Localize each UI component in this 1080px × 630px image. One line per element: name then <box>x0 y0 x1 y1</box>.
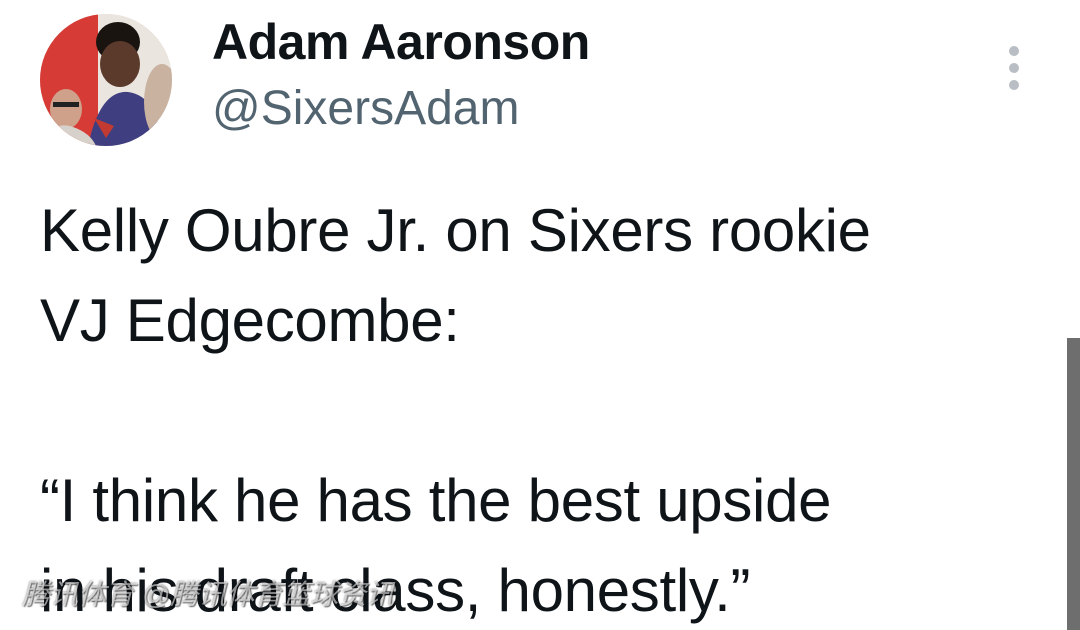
author-name[interactable]: Adam Aaronson <box>212 14 590 70</box>
avatar-image <box>40 14 172 146</box>
author-handle[interactable]: @SixersAdam <box>212 82 519 136</box>
more-options-button[interactable] <box>992 42 1036 94</box>
watermark: 腾讯体育 @腾讯体育篮球资讯 <box>22 579 395 610</box>
tweet-text: Kelly Oubre Jr. on Sixers rookie VJ Edge… <box>40 197 871 624</box>
scrollbar-thumb[interactable] <box>1067 338 1080 630</box>
author-avatar[interactable] <box>40 14 172 146</box>
tweet-card: Adam Aaronson @SixersAdam Kelly Oubre Jr… <box>0 0 1080 630</box>
more-vertical-icon <box>1009 46 1019 90</box>
